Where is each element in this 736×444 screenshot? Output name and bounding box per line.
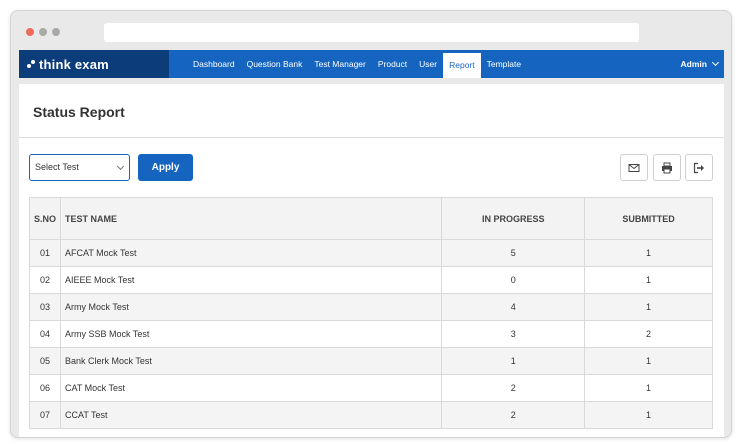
- cell-sno: 06: [29, 374, 61, 402]
- cell-sno: 05: [29, 347, 61, 375]
- table-row[interactable]: 07 CCAT Test 2 1: [29, 401, 713, 429]
- cell-in-progress: 3: [441, 320, 586, 348]
- cell-test-name: AIEEE Mock Test: [59, 266, 443, 294]
- maximize-window-dot[interactable]: [52, 28, 60, 36]
- test-select[interactable]: Select Test: [29, 154, 130, 181]
- column-header-in-progress[interactable]: IN PROGRESS: [441, 197, 586, 240]
- cell-submitted: 1: [584, 347, 713, 375]
- brand-name: think exam: [39, 56, 109, 72]
- cell-in-progress: 5: [441, 239, 586, 267]
- cell-submitted: 1: [584, 239, 713, 267]
- print-button[interactable]: [653, 154, 681, 181]
- export-button[interactable]: [685, 154, 713, 181]
- cell-sno: 07: [29, 401, 61, 429]
- close-window-dot[interactable]: [26, 28, 34, 36]
- table-row[interactable]: 04 Army SSB Mock Test 3 2: [29, 320, 713, 348]
- chevron-down-icon: [711, 58, 720, 67]
- page-title: Status Report: [33, 104, 125, 120]
- mail-icon: [628, 163, 640, 172]
- cell-test-name: Army Mock Test: [59, 293, 443, 321]
- apply-button[interactable]: Apply: [138, 154, 193, 181]
- nav-menu: Dashboard Question Bank Test Manager Pro…: [187, 50, 527, 78]
- table-row[interactable]: 03 Army Mock Test 4 1: [29, 293, 713, 321]
- page-content: Status Report Select Test Apply S.NO TES…: [19, 84, 724, 437]
- nav-item-report[interactable]: Report: [443, 53, 481, 78]
- cell-sno: 02: [29, 266, 61, 294]
- browser-window: think exam Dashboard Question Bank Test …: [10, 10, 732, 438]
- nav-item-product[interactable]: Product: [372, 50, 413, 78]
- cell-test-name: Bank Clerk Mock Test: [59, 347, 443, 375]
- address-bar[interactable]: [104, 23, 639, 42]
- column-header-test-name[interactable]: TEST NAME: [59, 197, 443, 240]
- cell-in-progress: 2: [441, 374, 586, 402]
- cell-submitted: 1: [584, 266, 713, 294]
- cell-submitted: 2: [584, 320, 713, 348]
- table-row[interactable]: 06 CAT Mock Test 2 1: [29, 374, 713, 402]
- nav-item-question-bank[interactable]: Question Bank: [241, 50, 309, 78]
- cell-submitted: 1: [584, 374, 713, 402]
- cell-in-progress: 2: [441, 401, 586, 429]
- cell-in-progress: 1: [441, 347, 586, 375]
- email-button[interactable]: [620, 154, 648, 181]
- user-menu[interactable]: Admin: [680, 50, 720, 78]
- nav-item-template[interactable]: Template: [481, 50, 528, 78]
- chevron-down-icon: [116, 162, 125, 171]
- user-menu-label: Admin: [680, 59, 707, 69]
- top-navbar: think exam Dashboard Question Bank Test …: [19, 50, 724, 78]
- cell-test-name: Army SSB Mock Test: [59, 320, 443, 348]
- nav-item-test-manager[interactable]: Test Manager: [308, 50, 372, 78]
- column-header-sno[interactable]: S.NO: [29, 197, 61, 240]
- nav-item-dashboard[interactable]: Dashboard: [187, 50, 241, 78]
- column-header-submitted[interactable]: SUBMITTED: [584, 197, 713, 240]
- brand-logo[interactable]: think exam: [19, 50, 169, 78]
- cell-test-name: CAT Mock Test: [59, 374, 443, 402]
- cell-test-name: AFCAT Mock Test: [59, 239, 443, 267]
- cell-in-progress: 0: [441, 266, 586, 294]
- print-icon: [662, 162, 672, 173]
- table-row[interactable]: 01 AFCAT Mock Test 5 1: [29, 239, 713, 267]
- cell-sno: 03: [29, 293, 61, 321]
- divider: [19, 137, 724, 138]
- minimize-window-dot[interactable]: [39, 28, 47, 36]
- browser-titlebar: [11, 11, 731, 51]
- nav-item-user[interactable]: User: [413, 50, 443, 78]
- logo-dots-icon: [27, 60, 35, 68]
- cell-test-name: CCAT Test: [59, 401, 443, 429]
- cell-sno: 01: [29, 239, 61, 267]
- table-row[interactable]: 05 Bank Clerk Mock Test 1 1: [29, 347, 713, 375]
- table-header-row: S.NO TEST NAME IN PROGRESS SUBMITTED: [29, 197, 713, 240]
- status-report-table: S.NO TEST NAME IN PROGRESS SUBMITTED 01 …: [29, 197, 713, 429]
- test-select-value: Select Test: [35, 162, 79, 172]
- cell-submitted: 1: [584, 293, 713, 321]
- export-icon: [693, 162, 704, 173]
- cell-sno: 04: [29, 320, 61, 348]
- cell-in-progress: 4: [441, 293, 586, 321]
- cell-submitted: 1: [584, 401, 713, 429]
- table-row[interactable]: 02 AIEEE Mock Test 0 1: [29, 266, 713, 294]
